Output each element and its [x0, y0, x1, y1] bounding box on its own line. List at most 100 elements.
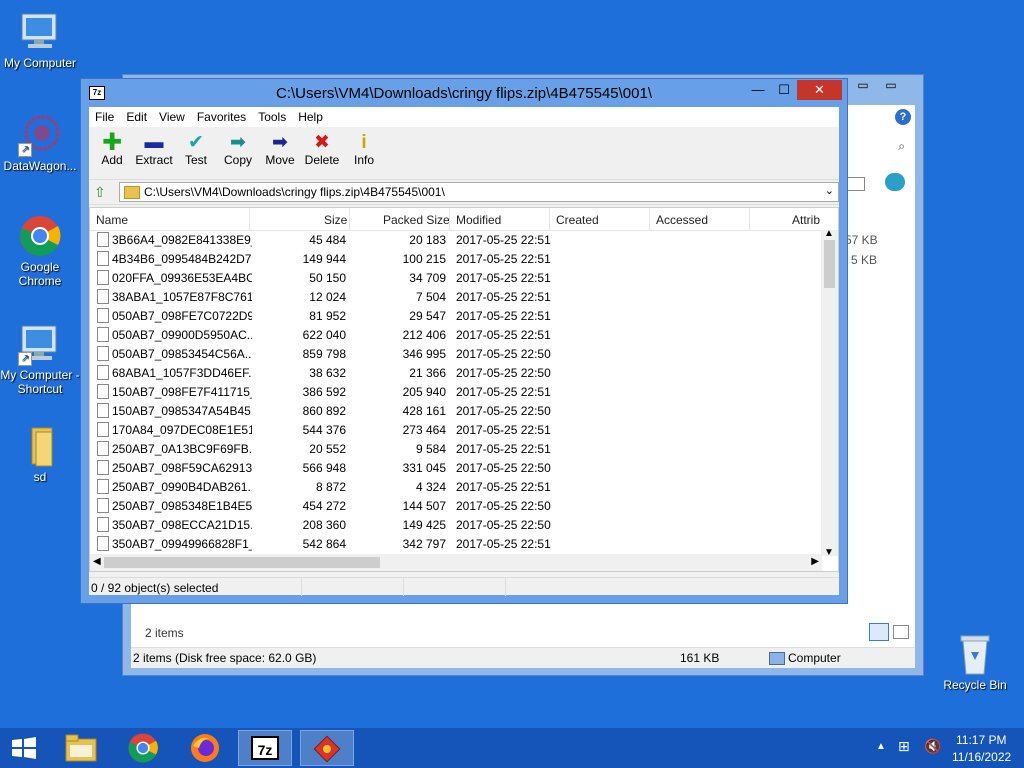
desktop-icon-sd-folder[interactable]: sd	[0, 424, 80, 484]
table-row[interactable]: 3B66A4_0982E841338E9_... 45 484 20 183 2017…	[90, 230, 820, 249]
column-modified[interactable]: Modified	[456, 213, 501, 227]
view-thumbnails-icon[interactable]	[893, 625, 909, 639]
table-row[interactable]: 020FFA_09936E53EA4BC... 50 150 34 709 2017-…	[90, 268, 820, 287]
help-icon[interactable]: ?	[895, 109, 911, 125]
desktop-icon-datawagon[interactable]: ↗ DataWagon...	[0, 113, 80, 173]
taskbar-7zip[interactable]: 7z	[238, 730, 292, 766]
up-folder-icon[interactable]: ⇧	[94, 184, 110, 200]
scroll-left-icon[interactable]: ◀	[93, 556, 101, 567]
table-row[interactable]: 150AB7_098FE7F411715_... 386 592 205 940 20…	[90, 382, 820, 401]
column-accessed[interactable]: Accessed	[656, 213, 708, 227]
table-row[interactable]: 350AB7_09949966828F1_... 542 864 342 797 20…	[90, 534, 820, 553]
address-combobox[interactable]: C:\Users\VM4\Downloads\cringy flips.zip\…	[119, 182, 839, 202]
file-icon	[97, 327, 109, 342]
table-row[interactable]: 250AB7_0A13BC9F69FB... 20 552 9 584 2017-05…	[90, 439, 820, 458]
desktop-icon-recycle-bin[interactable]: Recycle Bin	[935, 632, 1015, 692]
cell-modified: 2017-05-25 22:51	[456, 290, 551, 304]
menu-help[interactable]: Help	[292, 107, 329, 127]
move-button[interactable]: ➡ Move	[259, 127, 301, 179]
volume-muted-icon[interactable]: 🔇	[924, 738, 941, 755]
menu-file[interactable]: File	[89, 107, 120, 127]
cell-modified: 2017-05-25 22:51	[456, 252, 551, 266]
taskbar-app-red[interactable]	[300, 730, 354, 766]
show-hidden-icons-icon[interactable]: ▲	[876, 741, 886, 752]
column-size[interactable]: Size	[324, 213, 347, 227]
column-created[interactable]: Created	[556, 213, 599, 227]
table-row[interactable]: 050AB7_09900D5950AC... 622 040 212 406 2017…	[90, 325, 820, 344]
extract-button[interactable]: ▬ Extract	[133, 127, 175, 179]
file-icon	[97, 365, 109, 380]
horizontal-scrollbar[interactable]: ◀ ▶	[90, 554, 822, 571]
table-row[interactable]: 050AB7_09853454C56A... 859 798 346 995 2017…	[90, 344, 820, 363]
scroll-up-icon[interactable]: ▲	[824, 228, 834, 239]
table-row[interactable]: 38ABA1_1057E87F8C761... 12 024 7 504 2017-0…	[90, 287, 820, 306]
taskbar-firefox[interactable]	[178, 730, 232, 766]
delete-button[interactable]: ✖ Delete	[301, 127, 343, 179]
cell-size: 860 892	[302, 404, 346, 418]
column-name[interactable]: Name	[96, 213, 128, 227]
cell-name: 250AB7_0A13BC9F69FB...	[112, 442, 252, 456]
cell-size: 544 376	[302, 423, 346, 437]
table-row[interactable]: 68ABA1_1057F3DD46EF... 38 632 21 366 2017-0…	[90, 363, 820, 382]
menu-tools[interactable]: Tools	[252, 107, 292, 127]
status-size: 161 KB	[680, 651, 720, 665]
test-button[interactable]: ✔ Test	[175, 127, 217, 179]
delete-label: Delete	[304, 153, 340, 167]
desktop-icon-chrome[interactable]: Google Chrome	[0, 214, 80, 288]
maximize-button[interactable]: ☐	[771, 80, 797, 100]
shortcut-arrow-icon: ↗	[18, 352, 32, 366]
taskbar-chrome[interactable]	[116, 730, 170, 766]
desktop-icon-my-computer-shortcut[interactable]: ↗ My Computer - Shortcut	[0, 322, 80, 396]
add-button[interactable]: ✚ Add	[91, 127, 133, 179]
scroll-right-icon[interactable]: ▶	[811, 556, 819, 567]
7zip-window[interactable]: 7z C:\Users\VM4\Downloads\cringy flips.z…	[80, 78, 848, 604]
network-icon[interactable]: ⊞	[898, 738, 910, 755]
title-bar[interactable]: 7z C:\Users\VM4\Downloads\cringy flips.z…	[81, 79, 847, 107]
table-row[interactable]: 4B34B6_0995484B242D7... 149 944 100 215 201…	[90, 249, 820, 268]
table-row[interactable]: 170A84_097DEC08E1E51... 544 376 273 464 201…	[90, 420, 820, 439]
scroll-thumb[interactable]	[104, 557, 380, 568]
clock-date[interactable]: 11/16/2022	[952, 750, 1011, 764]
computer-icon	[18, 10, 62, 54]
scroll-thumb[interactable]	[824, 240, 835, 288]
windows-logo-icon	[12, 737, 36, 759]
table-row[interactable]: 150AB7_0985347A54B45... 860 892 428 161 201…	[90, 401, 820, 420]
maximize-button[interactable]: ▭	[877, 75, 905, 95]
table-row[interactable]: 050AB7_098FE7C0722D9... 81 952 29 547 2017-…	[90, 306, 820, 325]
file-size-2: 5 KB	[851, 253, 878, 267]
minimize-button[interactable]: —	[745, 80, 771, 100]
taskbar-file-explorer[interactable]	[54, 730, 108, 766]
menu-view[interactable]: View	[153, 107, 191, 127]
table-row[interactable]: 250AB7_098F59CA62913... 566 948 331 045 201…	[90, 458, 820, 477]
file-icon	[97, 270, 109, 285]
close-button[interactable]: ✕	[797, 80, 842, 100]
view-toggle-icon[interactable]	[845, 177, 865, 191]
vertical-scrollbar[interactable]: ▲ ▼	[821, 228, 838, 558]
cell-modified: 2017-05-25 22:50	[456, 347, 551, 361]
column-attrib[interactable]: Attrib	[792, 213, 820, 227]
start-button[interactable]	[10, 736, 38, 760]
desktop-icon-my-computer[interactable]: My Computer	[0, 10, 80, 70]
cell-size: 622 040	[302, 328, 346, 342]
copy-button[interactable]: ➡ Copy	[217, 127, 259, 179]
table-row[interactable]: 250AB7_0990B4DAB261... 8 872 4 324 2017-05-…	[90, 477, 820, 496]
7zip-logo-icon: 7z	[251, 736, 279, 760]
column-packed-size[interactable]: Packed Size	[383, 213, 450, 227]
info-button[interactable]: i Info	[343, 127, 385, 179]
file-icon	[97, 498, 109, 513]
file-list[interactable]: Name Size Packed Size Modified Created A…	[89, 207, 839, 572]
table-row[interactable]: 250AB7_0985348E1B4E5... 454 272 144 507 201…	[90, 496, 820, 515]
menu-edit[interactable]: Edit	[120, 107, 153, 127]
cell-modified: 2017-05-25 22:51	[456, 233, 551, 247]
table-row[interactable]: 350AB7_098ECCA21D15... 208 360 149 425 2017…	[90, 515, 820, 534]
menu-favorites[interactable]: Favorites	[191, 107, 252, 127]
info-label: Info	[353, 153, 374, 167]
search-icon[interactable]: ⌕	[898, 139, 905, 154]
scroll-down-icon[interactable]: ▼	[824, 547, 834, 558]
clock-time[interactable]: 11:17 PM	[956, 733, 1006, 747]
minimize-button[interactable]: ▭	[849, 75, 877, 95]
cell-packed: 428 161	[402, 404, 446, 418]
chevron-down-icon[interactable]: ⌄	[825, 184, 834, 197]
shell-icon[interactable]	[885, 173, 905, 191]
view-details-icon[interactable]	[869, 623, 889, 641]
